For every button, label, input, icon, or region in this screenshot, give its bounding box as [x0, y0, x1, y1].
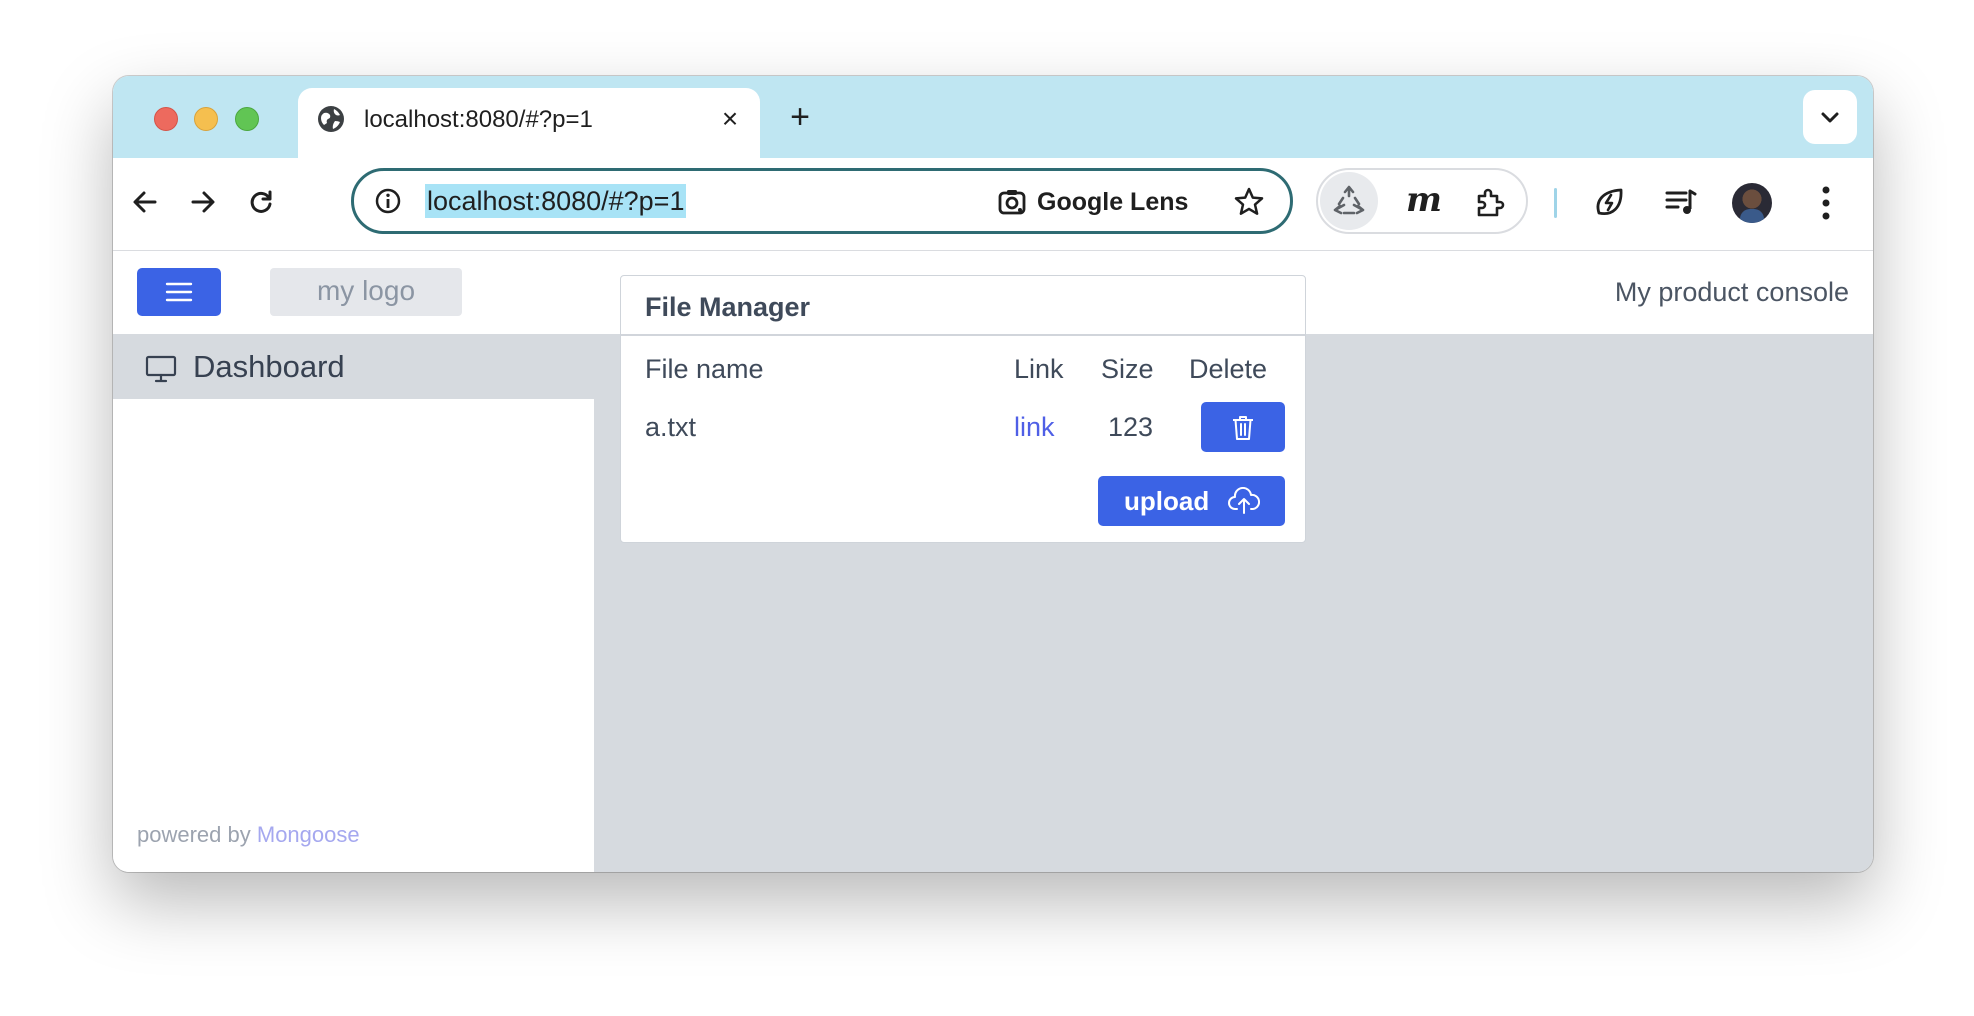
upload-button[interactable]: upload [1098, 476, 1285, 526]
close-window-button[interactable] [154, 107, 178, 131]
chevron-down-icon [1821, 112, 1839, 123]
minimize-window-button[interactable] [194, 107, 218, 131]
file-manager-title: File Manager [645, 292, 811, 322]
leaf-bolt-icon[interactable] [1591, 183, 1629, 221]
menu-toggle-button[interactable] [137, 268, 221, 316]
column-header-delete: Delete [1189, 354, 1268, 384]
maximize-window-button[interactable] [235, 107, 259, 131]
hamburger-icon [165, 282, 193, 302]
powered-by-text: powered by [137, 822, 251, 847]
cloud-upload-icon [1228, 487, 1260, 514]
google-lens-button[interactable]: Google Lens [997, 183, 1188, 221]
sidebar: Dashboard powered by Mongoose [113, 334, 594, 872]
browser-tab[interactable]: localhost:8080/#?p=1 × [298, 88, 760, 158]
mongoose-link[interactable]: Mongoose [257, 822, 360, 847]
extensions-group: m [1316, 168, 1528, 234]
file-manager-header: File Manager [621, 276, 1305, 336]
browser-window: localhost:8080/#?p=1 × + localhost:8080/… [113, 76, 1873, 872]
reload-icon [250, 190, 272, 213]
recycle-icon [1333, 185, 1365, 215]
tab-title: localhost:8080/#?p=1 [364, 106, 593, 133]
back-button[interactable] [123, 180, 167, 224]
lens-icon [998, 190, 1026, 215]
file-name-cell: a.txt [645, 412, 697, 442]
url-text[interactable]: localhost:8080/#?p=1 [425, 184, 687, 218]
forward-button[interactable] [181, 180, 225, 224]
address-bar[interactable]: localhost:8080/#?p=1 Google Lens [351, 168, 1293, 234]
tab-strip: localhost:8080/#?p=1 × + [113, 76, 1873, 158]
file-size-cell: 123 [1108, 412, 1154, 442]
reload-button[interactable] [239, 180, 283, 224]
browser-toolbar: localhost:8080/#?p=1 Google Lens m [113, 158, 1873, 251]
globe-icon [318, 106, 344, 132]
info-icon[interactable] [374, 187, 402, 215]
toolbar-separator [1554, 188, 1557, 218]
sidebar-item-label: Dashboard [193, 349, 345, 384]
tab-search-button[interactable] [1803, 90, 1857, 144]
powered-by: powered by Mongoose [137, 822, 360, 848]
media-queue-icon[interactable] [1662, 183, 1700, 221]
more-menu-icon[interactable] [1820, 183, 1832, 223]
extension-recycle-button[interactable] [1320, 172, 1378, 230]
column-header-size: Size [1101, 354, 1154, 384]
monitor-icon [145, 355, 177, 383]
close-tab-icon[interactable]: × [716, 105, 744, 133]
sidebar-item-dashboard[interactable]: Dashboard [113, 334, 594, 399]
file-manager-card: File Manager File name Link Size Delete … [620, 275, 1306, 543]
column-header-link: Link [1014, 354, 1064, 384]
page-content: my logo My product console Dashboard pow… [113, 251, 1873, 872]
app-logo: my logo [270, 268, 462, 316]
bookmark-star-icon[interactable] [1232, 185, 1266, 219]
new-tab-button[interactable]: + [783, 100, 817, 134]
delete-file-button[interactable] [1201, 402, 1285, 452]
profile-avatar[interactable] [1732, 183, 1772, 223]
puzzle-icon[interactable] [1473, 186, 1507, 220]
upload-label: upload [1124, 486, 1210, 516]
extension-m-button[interactable]: m [1406, 180, 1442, 220]
file-link[interactable]: link [1014, 412, 1055, 443]
lens-label: Google Lens [1037, 187, 1189, 216]
column-header-file-name: File name [645, 354, 764, 384]
trash-icon [1233, 416, 1253, 440]
arrow-left-icon [133, 191, 157, 213]
arrow-right-icon [191, 191, 215, 213]
product-title: My product console [1614, 277, 1849, 307]
